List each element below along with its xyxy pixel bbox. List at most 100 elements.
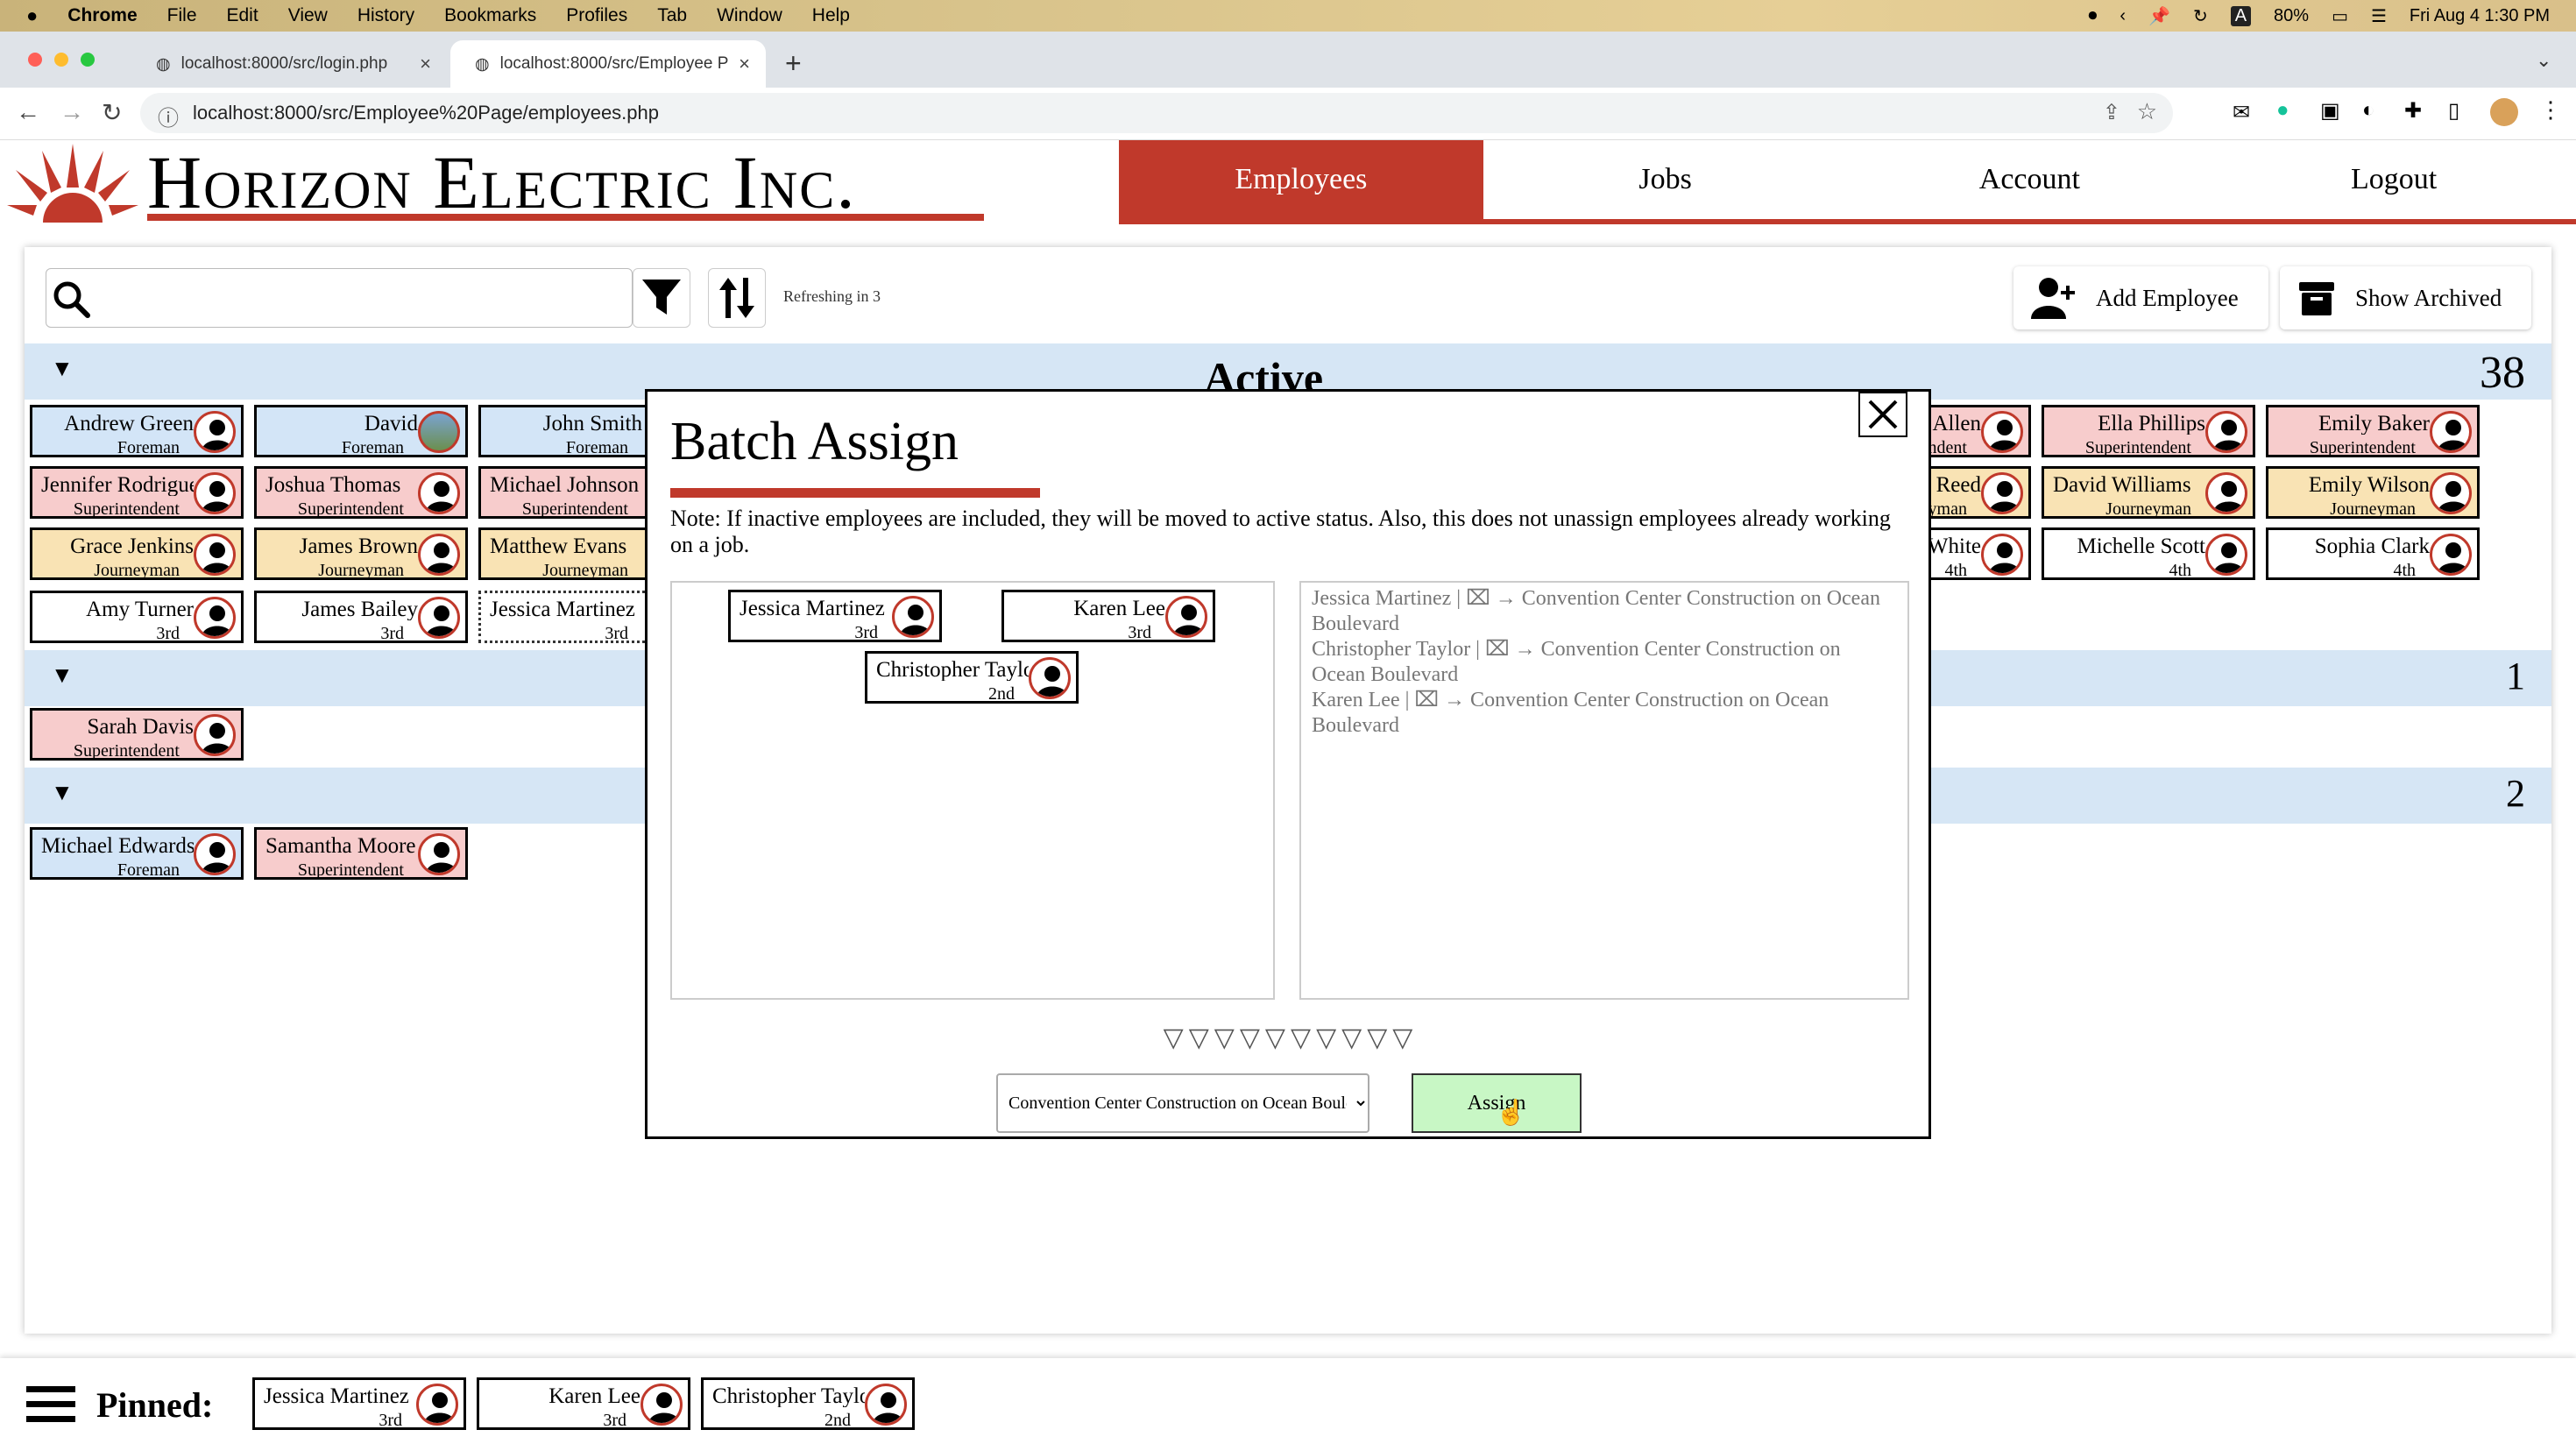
nav-account[interactable]: Account: [1848, 140, 2212, 219]
new-tab-button[interactable]: +: [785, 47, 802, 80]
menu-history[interactable]: History: [357, 5, 414, 26]
employee-card[interactable]: James Bailey 3rd: [254, 591, 468, 643]
reload-icon[interactable]: ↻: [102, 98, 122, 127]
employee-card[interactable]: Samantha Moore Superintendent: [254, 827, 468, 880]
app-menu[interactable]: Chrome: [67, 5, 137, 26]
menu-view[interactable]: View: [288, 5, 328, 26]
extension-icon[interactable]: ▣: [2320, 98, 2340, 124]
employee-role: Foreman: [341, 438, 404, 457]
employee-card[interactable]: Ella Phillips Superintendent: [2042, 405, 2255, 457]
hamburger-menu-icon[interactable]: [26, 1384, 75, 1425]
side-panel-icon[interactable]: ▯: [2448, 98, 2459, 124]
collapse-arrow-icon[interactable]: ▼: [51, 356, 74, 382]
employee-card[interactable]: Emily Baker Superintendent: [2266, 405, 2480, 457]
employee-card[interactable]: Michelle Scott 4th: [2042, 527, 2255, 580]
employee-card[interactable]: David Williams Journeyman: [2042, 466, 2255, 519]
collapse-arrow-icon[interactable]: ▼: [51, 780, 74, 806]
close-tab-icon[interactable]: ×: [739, 53, 750, 75]
employee-role: Foreman: [565, 438, 628, 457]
selected-employee-card[interactable]: Christopher Taylor 2nd: [865, 651, 1079, 704]
sort-button[interactable]: [708, 268, 766, 328]
employee-card[interactable]: Joshua Thomas Superintendent: [254, 466, 468, 519]
nav-jobs[interactable]: Jobs: [1483, 140, 1848, 219]
pinned-employee-card[interactable]: Jessica Martinez 3rd: [252, 1377, 466, 1430]
grammarly-extension-icon[interactable]: ●: [2276, 98, 2289, 123]
dark-mode-extension-icon[interactable]: ◐: [2362, 98, 2375, 123]
keyboard-input-icon[interactable]: A: [2230, 5, 2252, 26]
browser-menu-icon[interactable]: ⋮: [2539, 96, 2562, 124]
pin-icon[interactable]: 📌: [2148, 5, 2170, 27]
show-archived-button[interactable]: Show Archived: [2280, 266, 2532, 329]
bookmark-star-icon[interactable]: ☆: [2137, 98, 2157, 125]
selected-employees-pool[interactable]: Jessica Martinez 3rd Karen Lee 3rd Christo…: [670, 581, 1275, 1000]
clock[interactable]: Fri Aug 4 1:30 PM: [2410, 6, 2550, 26]
employee-card[interactable]: Andrew Green Foreman: [30, 405, 244, 457]
browser-tab-login[interactable]: ◍ localhost:8000/src/login.php ×: [131, 40, 447, 88]
battery-icon[interactable]: ▭: [2332, 5, 2348, 27]
title-underline: [670, 488, 1040, 498]
add-user-icon: [2031, 278, 2075, 319]
company-logo-text[interactable]: Horizon Electric Inc.: [147, 140, 857, 224]
window-minimize-button[interactable]: [54, 53, 68, 67]
window-zoom-button[interactable]: [81, 53, 95, 67]
filter-button[interactable]: [633, 268, 690, 328]
employee-name: Matthew Evans: [490, 535, 627, 557]
employee-card[interactable]: Michael Edwards Foreman: [30, 827, 244, 880]
globe-icon: ◍: [475, 54, 490, 74]
chevron-left-icon[interactable]: ‹: [2120, 6, 2126, 26]
selected-employee-card[interactable]: Karen Lee 3rd: [1001, 590, 1215, 642]
employee-card[interactable]: Sophia Clark 4th: [2266, 527, 2480, 580]
menu-tab[interactable]: Tab: [657, 5, 687, 26]
employee-name: Michelle Scott: [2077, 535, 2206, 557]
browser-tab-employees[interactable]: ◍ localhost:8000/src/Employee P ×: [450, 40, 766, 88]
menu-window[interactable]: Window: [717, 5, 782, 26]
job-select[interactable]: Convention Center Construction on Ocean …: [996, 1073, 1369, 1133]
site-info-icon[interactable]: ⓘ: [158, 101, 179, 131]
close-modal-button[interactable]: [1858, 392, 1907, 437]
employee-role: Journeyman: [2330, 499, 2416, 519]
profile-avatar[interactable]: [2490, 98, 2518, 126]
employee-card[interactable]: Jennifer Rodriguez Superintendent: [30, 466, 244, 519]
nav-logout[interactable]: Logout: [2212, 140, 2576, 219]
menu-help[interactable]: Help: [812, 5, 850, 26]
address-bar[interactable]: ⓘ localhost:8000/src/Employee%20Page/emp…: [140, 93, 2173, 133]
selected-employee-card[interactable]: Jessica Martinez 3rd: [728, 590, 942, 642]
menu-edit[interactable]: Edit: [227, 5, 258, 26]
employee-card[interactable]: James Brown Journeyman: [254, 527, 468, 580]
employee-card[interactable]: Sarah Davis Superintendent: [30, 708, 244, 761]
employee-card[interactable]: Grace Jenkins Journeyman: [30, 527, 244, 580]
employee-name: Karen Lee: [548, 1385, 640, 1407]
section-count: 1: [2506, 655, 2525, 697]
filter-icon: [642, 280, 681, 315]
globe-icon: ◍: [156, 54, 171, 74]
forward-icon[interactable]: →: [60, 98, 84, 126]
tab-title: localhost:8000/src/login.php: [180, 54, 388, 73]
employee-card[interactable]: Amy Turner 3rd: [30, 591, 244, 643]
employee-name: James Brown: [299, 535, 418, 557]
back-icon[interactable]: ←: [16, 98, 40, 126]
close-tab-icon[interactable]: ×: [420, 53, 431, 75]
gmail-extension-icon[interactable]: ✉: [2233, 100, 2250, 125]
menu-bookmarks[interactable]: Bookmarks: [444, 5, 536, 26]
menu-file[interactable]: File: [167, 5, 197, 26]
history-icon[interactable]: ↻: [2193, 5, 2208, 27]
employee-card[interactable]: Emily Wilson Journeyman: [2266, 466, 2480, 519]
archive-icon: [2299, 282, 2334, 315]
os-menubar: ● Chrome File Edit View History Bookmark…: [0, 0, 2576, 32]
control-center-icon[interactable]: ☰: [2371, 5, 2387, 27]
employee-card[interactable]: David Foreman: [254, 405, 468, 457]
search-input[interactable]: [46, 268, 633, 328]
share-icon[interactable]: ⇪: [2103, 100, 2120, 125]
tab-search-icon[interactable]: ⌄: [2536, 49, 2551, 72]
avatar: [194, 833, 236, 875]
add-employee-button[interactable]: Add Employee: [2013, 266, 2268, 329]
record-icon[interactable]: ⏺: [2088, 6, 2097, 26]
menu-profiles[interactable]: Profiles: [566, 5, 627, 26]
nav-employees[interactable]: Employees: [1119, 140, 1483, 219]
window-close-button[interactable]: [28, 53, 42, 67]
pinned-employee-card[interactable]: Christopher Taylor 2nd: [701, 1377, 915, 1430]
pinned-employee-card[interactable]: Karen Lee 3rd: [477, 1377, 690, 1430]
apple-icon[interactable]: ●: [26, 4, 38, 27]
extensions-puzzle-icon[interactable]: ✚: [2404, 98, 2422, 124]
collapse-arrow-icon[interactable]: ▼: [51, 662, 74, 689]
